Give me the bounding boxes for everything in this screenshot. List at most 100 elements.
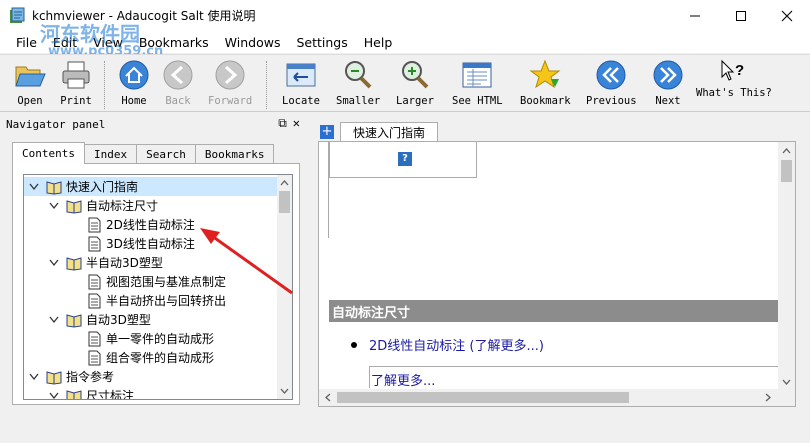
bullet-link-item[interactable]: 2D线性自动标注 (了解更多...) [351, 335, 544, 354]
home-button[interactable]: Home [118, 59, 150, 111]
tab-index[interactable]: Index [83, 144, 138, 164]
minimize-button[interactable] [672, 0, 718, 31]
tree-item[interactable]: 自动3D塑型 [48, 310, 151, 329]
page-icon [88, 350, 101, 365]
forward-button[interactable]: Forward [208, 59, 252, 111]
tree-item[interactable]: 半自动挤出与回转挤出 [86, 291, 226, 310]
larger-button[interactable]: Larger [396, 59, 434, 111]
maximize-button[interactable] [718, 0, 764, 31]
content-horizontal-scrollbar[interactable] [319, 389, 795, 406]
tree-item[interactable]: 自动标注尺寸 [48, 196, 158, 215]
html-source-icon [462, 62, 492, 88]
back-button[interactable]: Back [162, 59, 194, 111]
home-icon [119, 60, 149, 90]
scroll-down-icon[interactable] [778, 375, 795, 389]
maximize-icon [736, 10, 746, 21]
contents-tree[interactable]: 快速入门指南 自动标注尺寸 2D线性自动标注 3D线性自动标注 半自动3D塑型 … [23, 174, 293, 400]
minimize-icon [690, 15, 700, 16]
back-arrow-icon [163, 60, 193, 90]
tree-item[interactable]: 指令参考 [28, 367, 114, 386]
menu-file[interactable]: File [8, 35, 45, 50]
navigator-panel-title: Navigator panel [6, 117, 106, 131]
smaller-button[interactable]: Smaller [336, 59, 380, 111]
scroll-down-icon[interactable] [277, 385, 292, 397]
tab-search[interactable]: Search [136, 144, 196, 164]
navigator-body: 快速入门指南 自动标注尺寸 2D线性自动标注 3D线性自动标注 半自动3D塑型 … [12, 163, 300, 405]
next-button[interactable]: Next [652, 59, 684, 111]
book-open-icon [66, 389, 82, 399]
navigator-tabs: Contents Index Search Bookmarks [12, 142, 275, 164]
add-tab-button[interactable]: + [320, 125, 334, 139]
scroll-up-icon[interactable] [277, 177, 292, 189]
print-button[interactable]: Print [60, 59, 92, 111]
bookmark-button[interactable]: Bookmark [520, 59, 571, 111]
menu-settings[interactable]: Settings [288, 35, 355, 50]
content-tabs: + 快速入门指南 [320, 122, 439, 142]
panel-close-icon[interactable]: ✕ [293, 116, 300, 131]
undock-icon[interactable]: ⧉ [278, 116, 287, 131]
zoom-in-icon [401, 61, 429, 89]
menu-bookmarks[interactable]: Bookmarks [131, 35, 217, 50]
menu-windows[interactable]: Windows [217, 35, 289, 50]
learn-more-link[interactable]: 了解更多... [369, 366, 781, 389]
see-html-button[interactable]: See HTML [452, 59, 503, 111]
bookmark-star-icon [529, 59, 561, 89]
menu-view[interactable]: View [85, 35, 131, 50]
tree-scrollbar[interactable] [277, 175, 292, 399]
title-bar: kchmviewer - Adaucogit Salt 使用说明 [0, 0, 810, 31]
chevron-down-icon[interactable] [48, 200, 60, 212]
scroll-up-icon[interactable] [778, 144, 795, 158]
menu-edit[interactable]: Edit [45, 35, 85, 50]
tree-item[interactable]: 视图范围与基准点制定 [86, 272, 226, 291]
forward-arrow-icon [215, 60, 245, 90]
tab-bookmarks[interactable]: Bookmarks [194, 144, 275, 164]
whats-this-icon: ? [721, 59, 744, 81]
open-button[interactable]: Open [14, 59, 46, 111]
menu-help[interactable]: Help [356, 35, 401, 50]
svg-text:?: ? [735, 62, 744, 79]
tree-scroll-thumb[interactable] [279, 191, 290, 213]
tree-item[interactable]: 2D线性自动标注 [86, 215, 195, 234]
bullet-icon [351, 341, 357, 348]
link-2d-linear-dimension[interactable]: 2D线性自动标注 (了解更多...) [369, 335, 544, 354]
embedded-frame: ? [329, 142, 477, 178]
tab-contents[interactable]: Contents [12, 142, 85, 164]
page-icon [88, 217, 101, 232]
chevron-down-icon[interactable] [48, 390, 60, 400]
window-title: kchmviewer - Adaucogit Salt 使用说明 [32, 9, 256, 23]
toolbar: Open Print Home Back Forward Locate Smal… [0, 54, 810, 112]
content-vertical-scrollbar[interactable] [778, 142, 795, 391]
page-icon [88, 331, 101, 346]
close-button[interactable] [764, 0, 810, 31]
next-icon [653, 60, 683, 90]
toolbar-separator [104, 61, 106, 109]
scroll-right-icon[interactable] [761, 389, 775, 406]
whats-this-button[interactable]: ? What's This? [696, 59, 772, 111]
printer-icon [62, 61, 90, 89]
content-scroll-thumb[interactable] [781, 160, 792, 182]
previous-button[interactable]: Previous [586, 59, 637, 111]
scroll-left-icon[interactable] [321, 389, 335, 406]
tree-item[interactable]: 3D线性自动标注 [86, 234, 195, 253]
chevron-down-icon[interactable] [48, 257, 60, 269]
tree-item[interactable]: 单一零件的自动成形 [86, 329, 214, 348]
content-view[interactable]: ? 自动标注尺寸 2D线性自动标注 (了解更多...) 了解更多... [318, 141, 796, 407]
missing-image-icon: ? [398, 152, 412, 166]
tree-item[interactable]: 尺寸标注 [48, 386, 134, 400]
tab-quick-start[interactable]: 快速入门指南 [340, 122, 439, 142]
content-hscroll-thumb[interactable] [337, 392, 629, 403]
toolbar-separator [266, 61, 268, 109]
locate-button[interactable]: Locate [282, 59, 320, 111]
section-heading: 自动标注尺寸 [329, 300, 779, 322]
book-open-icon [46, 180, 62, 195]
tree-item[interactable]: 半自动3D塑型 [48, 253, 163, 272]
tree-item[interactable]: 组合零件的自动成形 [86, 348, 214, 367]
chevron-down-icon[interactable] [28, 181, 40, 193]
chevron-down-icon[interactable] [48, 314, 60, 326]
navigator-panel-header: Navigator panel ⧉ ✕ [0, 114, 306, 134]
book-open-icon [66, 313, 82, 328]
page-icon [88, 236, 101, 251]
tree-item[interactable]: 快速入门指南 [24, 177, 277, 196]
folder-open-icon [15, 66, 46, 87]
chevron-down-icon[interactable] [28, 371, 40, 383]
